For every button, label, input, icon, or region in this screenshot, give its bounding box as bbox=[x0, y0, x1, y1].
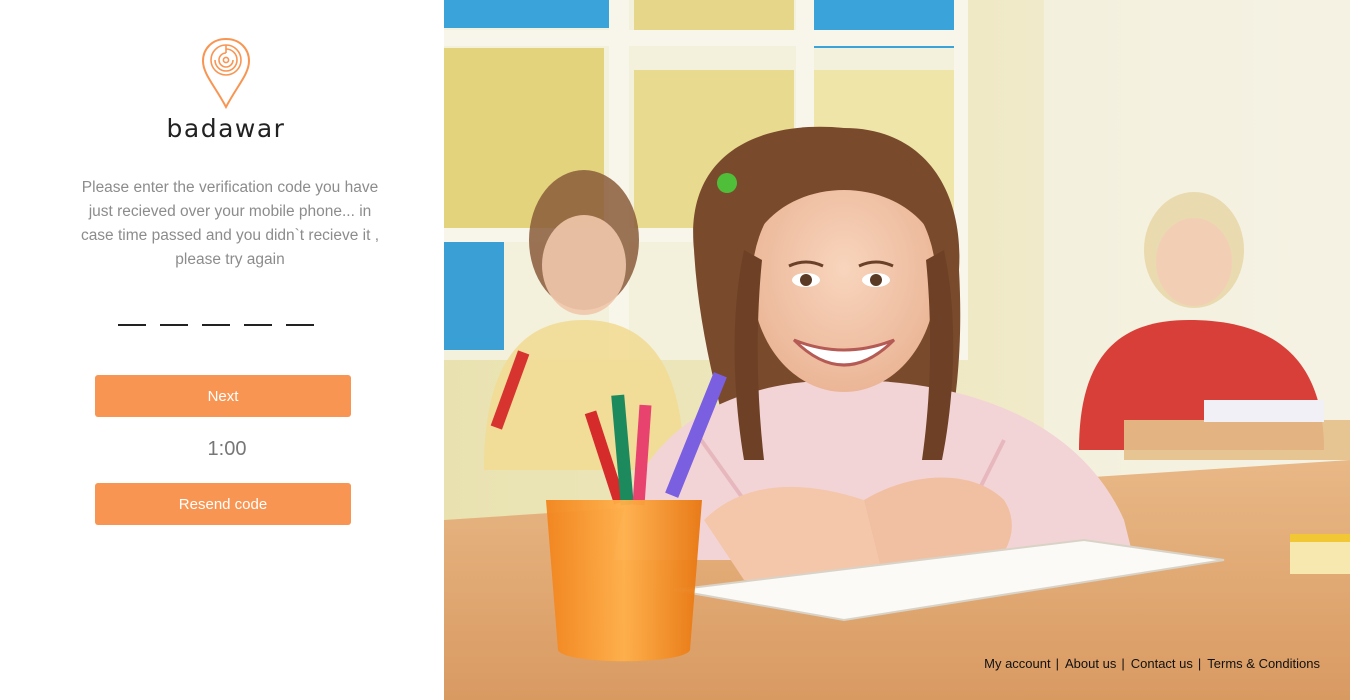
code-digit-1[interactable] bbox=[118, 304, 146, 326]
verification-panel: badawar Please enter the verification co… bbox=[0, 0, 444, 700]
map-pin-logo-icon bbox=[198, 36, 254, 112]
next-button[interactable]: Next bbox=[95, 375, 351, 417]
classroom-photo: My account | About us | Contact us | Ter… bbox=[444, 0, 1350, 700]
footer-separator: | bbox=[1121, 656, 1125, 671]
footer-links: My account | About us | Contact us | Ter… bbox=[984, 656, 1320, 671]
code-digit-4[interactable] bbox=[244, 304, 272, 326]
brand-name: badawar bbox=[166, 114, 286, 143]
code-digit-2[interactable] bbox=[160, 304, 188, 326]
verification-page: badawar Please enter the verification co… bbox=[0, 0, 1350, 700]
footer-separator: | bbox=[1055, 656, 1060, 671]
footer-link-contact-us[interactable]: Contact us bbox=[1131, 656, 1193, 671]
resend-code-button[interactable]: Resend code bbox=[95, 483, 351, 525]
code-digit-3[interactable] bbox=[202, 304, 230, 326]
countdown-timer: 1:00 bbox=[207, 438, 247, 460]
footer-link-terms[interactable]: Terms & Conditions bbox=[1207, 656, 1320, 671]
code-digit-5[interactable] bbox=[286, 304, 314, 326]
footer-separator: | bbox=[1197, 656, 1202, 671]
verification-instructions: Please enter the verification code you h… bbox=[80, 179, 380, 268]
classroom-photo-illustration bbox=[444, 0, 1350, 700]
footer-link-about-us[interactable]: About us bbox=[1065, 656, 1116, 671]
verification-code-inputs bbox=[118, 304, 314, 326]
footer-link-my-account[interactable]: My account bbox=[984, 656, 1050, 671]
